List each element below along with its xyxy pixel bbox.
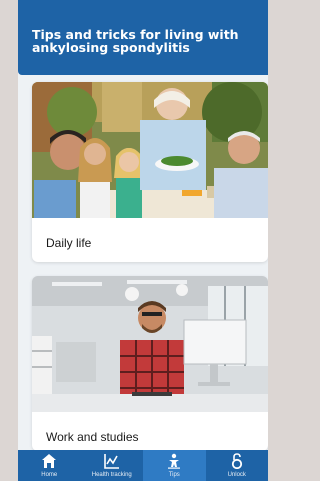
tip-card-daily-life[interactable]: Daily life [32,82,268,262]
page-title: Tips and tricks for living with ankylosi… [32,27,239,55]
nav-item-tips[interactable]: Tips [143,450,206,481]
lock-icon [231,453,242,469]
family-dinner-photo [32,82,268,218]
nav-item-home[interactable]: Home [18,450,81,481]
person-icon [168,453,181,469]
home-icon [42,454,57,468]
card-title: Daily life [46,236,92,250]
header: Tips and tricks for living with ankylosi… [18,0,268,75]
nav-label: Tips [168,472,180,478]
nav-label: Home [41,472,58,478]
app-screen: Tips and tricks for living with ankylosi… [18,0,268,481]
nav-item-unlock[interactable]: Unlock [206,450,269,481]
bottom-nav: Home Health tracking Tips Unlock [18,450,268,481]
card-title: Work and studies [46,430,139,444]
office-worker-photo [32,276,268,412]
nav-label: Health tracking [91,472,132,478]
chart-icon [103,454,119,469]
nav-item-health-tracking[interactable]: Health tracking [81,450,144,481]
tip-card-work-and-studies[interactable]: Work and studies [32,276,268,451]
nav-label: Unlock [227,472,246,478]
